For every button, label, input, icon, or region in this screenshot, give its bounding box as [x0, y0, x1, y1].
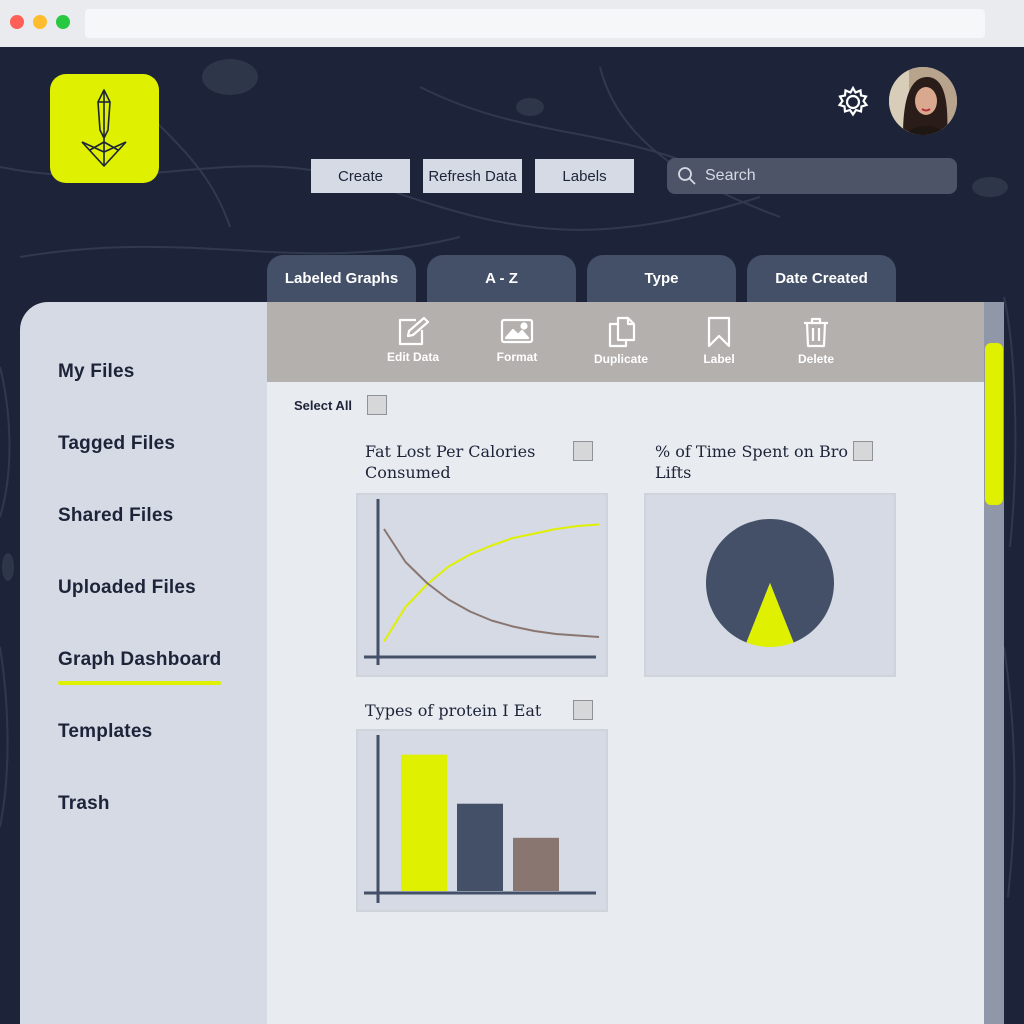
copy-icon: [608, 316, 636, 348]
delete-label: Delete: [797, 352, 835, 366]
card-select-checkbox[interactable]: [853, 441, 873, 461]
card-title-bro-lifts: % of Time Spent on Bro Lifts: [655, 441, 848, 483]
edit-data-button[interactable]: Edit Data: [381, 316, 445, 364]
sidebar-item-graph-dashboard[interactable]: Graph Dashboard: [58, 649, 221, 671]
line-chart: [364, 499, 600, 665]
main-content: Edit Data Format Duplicate Label Delete …: [267, 302, 984, 1024]
scrollbar-thumb[interactable]: [985, 343, 1003, 505]
maximize-window-button[interactable]: [56, 15, 70, 29]
label-button[interactable]: Label: [687, 316, 751, 366]
labels-button[interactable]: Labels: [535, 159, 634, 193]
bar-chart: [364, 735, 596, 903]
sidebar: My Files Tagged Files Shared Files Uploa…: [20, 302, 267, 1024]
select-all-label: Select All: [294, 398, 353, 413]
select-all-checkbox[interactable]: [367, 395, 387, 415]
delete-button[interactable]: Delete: [784, 316, 848, 366]
card-title-protein: Types of protein I Eat: [365, 700, 541, 721]
line-chart-card[interactable]: [356, 493, 608, 677]
sidebar-item-uploaded-files[interactable]: Uploaded Files: [58, 577, 196, 599]
pie-chart: [706, 519, 834, 648]
card-title-fat-lost: Fat Lost Per Calories Consumed: [365, 441, 535, 483]
pie-chart-card[interactable]: [644, 493, 896, 677]
series-line-0: [383, 523, 600, 643]
address-bar[interactable]: [85, 9, 985, 38]
format-button[interactable]: Format: [485, 316, 549, 364]
sidebar-item-tagged-files[interactable]: Tagged Files: [58, 433, 175, 455]
sidebar-item-templates[interactable]: Templates: [58, 721, 152, 743]
edit-icon: [398, 316, 430, 346]
search-box[interactable]: [667, 158, 957, 194]
card-title-line: Types of protein I Eat: [365, 701, 542, 720]
bar-2: [513, 837, 559, 891]
card-title-line: Fat Lost Per Calories: [365, 442, 536, 461]
user-avatar[interactable]: [889, 67, 957, 135]
minimize-window-button[interactable]: [33, 15, 47, 29]
bookmark-icon: [707, 316, 731, 348]
sidebar-item-my-files[interactable]: My Files: [58, 361, 135, 383]
card-select-checkbox[interactable]: [573, 441, 593, 461]
tab-type[interactable]: Type: [587, 255, 736, 305]
tab-labeled-graphs[interactable]: Labeled Graphs: [267, 255, 416, 305]
duplicate-button[interactable]: Duplicate: [589, 316, 653, 366]
search-input[interactable]: [705, 167, 945, 185]
search-icon: [678, 167, 696, 185]
image-icon: [500, 318, 534, 344]
tab-date-created[interactable]: Date Created: [747, 255, 896, 305]
refresh-data-button[interactable]: Refresh Data: [423, 159, 522, 193]
browser-chrome: [0, 0, 1024, 47]
tab-a-z[interactable]: A - Z: [427, 255, 576, 305]
format-label: Format: [496, 350, 538, 364]
settings-gear-icon[interactable]: [836, 85, 870, 119]
card-title-line: % of Time Spent on Bro: [655, 442, 848, 461]
trash-icon: [804, 317, 828, 348]
app-logo[interactable]: [50, 74, 159, 183]
bar-1: [457, 803, 503, 891]
bar-0: [401, 754, 447, 891]
sword-logo-icon: [81, 89, 127, 167]
active-nav-indicator: [58, 681, 221, 685]
card-title-line: Consumed: [365, 463, 451, 482]
card-title-line: Lifts: [655, 463, 692, 482]
edit-data-label: Edit Data: [386, 350, 439, 364]
bar-chart-card[interactable]: [356, 729, 608, 912]
duplicate-label: Duplicate: [593, 352, 648, 366]
card-select-checkbox[interactable]: [573, 700, 593, 720]
action-toolbar: Edit Data Format Duplicate Label Delete: [267, 302, 984, 382]
label-label: Label: [703, 352, 735, 366]
close-window-button[interactable]: [10, 15, 24, 29]
create-button[interactable]: Create: [311, 159, 410, 193]
sidebar-item-shared-files[interactable]: Shared Files: [58, 505, 173, 527]
sidebar-item-trash[interactable]: Trash: [58, 793, 110, 815]
app-window: Create Refresh Data Labels Labeled Graph…: [0, 47, 1024, 1024]
